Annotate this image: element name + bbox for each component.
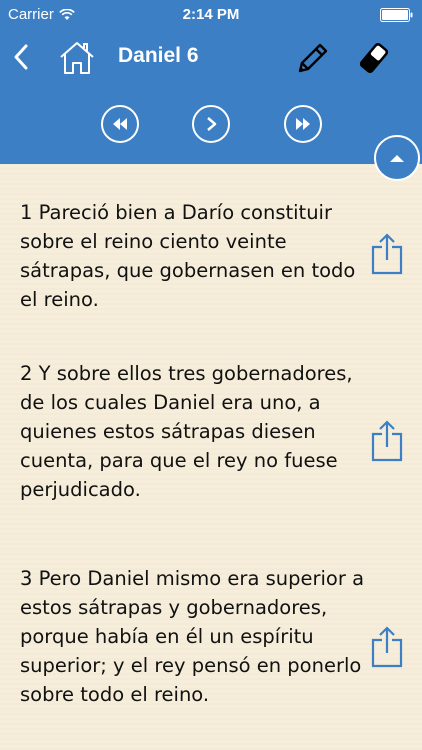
- verse-3[interactable]: 3 Pero Daniel mismo era superior a estos…: [20, 564, 370, 709]
- status-time: 2:14 PM: [182, 6, 240, 23]
- play-icon: [207, 117, 217, 131]
- share-verse-1-button[interactable]: [370, 232, 404, 276]
- fast-forward-icon: [296, 118, 310, 130]
- fast-forward-button[interactable]: [284, 105, 322, 143]
- verse-1[interactable]: 1 Pareció bien a Darío constituir sobre …: [20, 198, 370, 314]
- page-title: Daniel 6: [118, 44, 199, 67]
- edit-button[interactable]: [294, 39, 332, 77]
- back-button[interactable]: [4, 40, 38, 74]
- chapter-content: 1 Pareció bien a Darío constituir sobre …: [0, 164, 422, 750]
- battery-icon: [380, 8, 413, 22]
- eraser-icon: [359, 43, 389, 73]
- scroll-top-button[interactable]: [374, 135, 420, 181]
- erase-button[interactable]: [355, 39, 393, 77]
- home-icon: [60, 42, 94, 74]
- share-verse-2-button[interactable]: [370, 419, 404, 463]
- nav-bar: Daniel 6: [0, 30, 422, 84]
- share-icon: [371, 233, 403, 275]
- share-verse-3-button[interactable]: [370, 625, 404, 669]
- rewind-icon: [113, 118, 127, 130]
- share-icon: [371, 420, 403, 462]
- audio-controls: [0, 84, 422, 164]
- rewind-button[interactable]: [101, 105, 139, 143]
- verse-2[interactable]: 2 Y sobre ellos tres gobernadores, de lo…: [20, 359, 370, 504]
- chevron-left-icon: [14, 44, 28, 70]
- share-icon: [371, 626, 403, 668]
- status-bar: Carrier 2:14 PM: [0, 0, 422, 30]
- play-button[interactable]: [192, 105, 230, 143]
- chevron-up-icon: [390, 155, 404, 162]
- pencil-icon: [298, 43, 328, 73]
- home-button[interactable]: [56, 38, 98, 78]
